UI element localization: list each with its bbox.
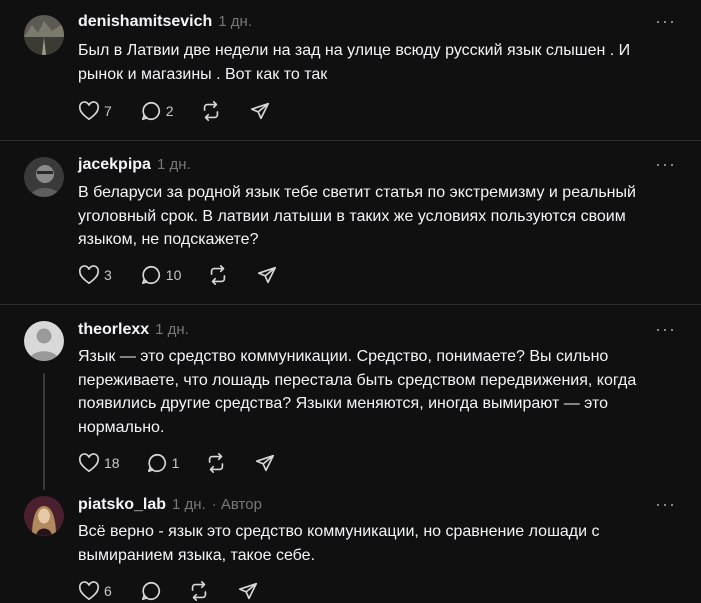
more-dots-icon[interactable]: ··· [655,155,676,173]
comment-1: denishamitsevich 1 дн. ··· Был в Латвии д… [0,0,701,140]
send-icon [250,102,269,120]
speech-bubble-icon [141,101,160,121]
speech-bubble-icon [141,265,160,285]
more-dots-icon[interactable]: ··· [655,12,676,30]
like-count: 6 [104,583,112,599]
repost-button[interactable] [207,264,229,286]
repost-button[interactable] [205,452,227,474]
timestamp: 1 дн. [156,156,191,173]
heart-icon [78,101,100,121]
send-icon [258,266,277,284]
reply-button[interactable]: 2 [140,100,174,122]
like-button[interactable]: 18 [78,453,120,473]
heart-icon [78,581,100,601]
timestamp: 1 дн. [155,321,189,338]
username[interactable]: jacekpipa 1 дн. [78,156,191,174]
comment-2: jacekpipa 1 дн. ··· В беларуси за родной … [0,141,701,304]
comment-3: theorlexx 1 дн. ··· Язык — это средство к… [0,305,701,490]
share-button[interactable] [249,100,271,122]
reply-button[interactable]: 10 [140,264,182,286]
send-icon [256,454,275,472]
timestamp: 1 дн. [218,13,252,30]
action-bar: 3 10 [78,263,278,287]
repost-icon [211,265,226,285]
share-button[interactable] [237,580,259,602]
speech-bubble-icon [147,453,166,473]
repost-button[interactable] [188,580,210,602]
repost-icon [209,453,224,473]
like-count: 7 [104,103,112,119]
username[interactable]: denishamitsevich 1 дн. [78,13,252,31]
send-icon [238,582,257,600]
action-bar: 7 2 [78,99,271,123]
like-button[interactable]: 6 [78,581,112,601]
reply-button[interactable]: 1 [146,452,180,474]
comment-text: Был в Латвии две недели на зад на улице … [78,42,631,83]
like-button[interactable]: 3 [78,265,112,285]
comment-text: Язык — это средство коммуникации. Средст… [78,348,637,436]
reply-count: 2 [165,103,174,119]
thread-line [43,373,45,490]
comment-4: piatsko_lab 1 дн. · Автор ··· Всё верно - … [0,485,701,602]
action-bar: 6 [78,579,259,603]
like-count: 3 [104,267,112,283]
timestamp: 1 дн. [172,496,206,513]
more-dots-icon[interactable]: ··· [655,320,676,338]
action-bar: 18 1 [78,451,276,475]
comment-text: Всё верно - язык это средство коммуникац… [78,523,600,564]
heart-icon [78,265,100,285]
more-dots-icon[interactable]: ··· [655,495,676,513]
avatar[interactable] [24,15,64,55]
reply-count: 10 [165,267,182,283]
default-avatar-icon[interactable] [24,321,64,361]
username[interactable]: theorlexx 1 дн. [78,321,189,339]
repost-button[interactable] [200,100,222,122]
speech-bubble-icon [141,581,160,601]
author-label: · Автор [211,496,262,513]
like-button[interactable]: 7 [78,101,112,121]
avatar[interactable] [24,157,64,197]
comment-text: В беларуси за родной язык тебе светит ст… [78,184,636,248]
share-button[interactable] [256,264,278,286]
share-button[interactable] [254,452,276,474]
like-count: 18 [104,455,120,471]
avatar[interactable] [24,496,64,536]
heart-icon [78,453,100,473]
username[interactable]: piatsko_lab 1 дн. · Автор [78,496,262,514]
repost-icon [191,581,207,601]
repost-icon [203,101,218,121]
reply-button[interactable] [140,580,162,602]
reply-count: 1 [171,455,180,471]
